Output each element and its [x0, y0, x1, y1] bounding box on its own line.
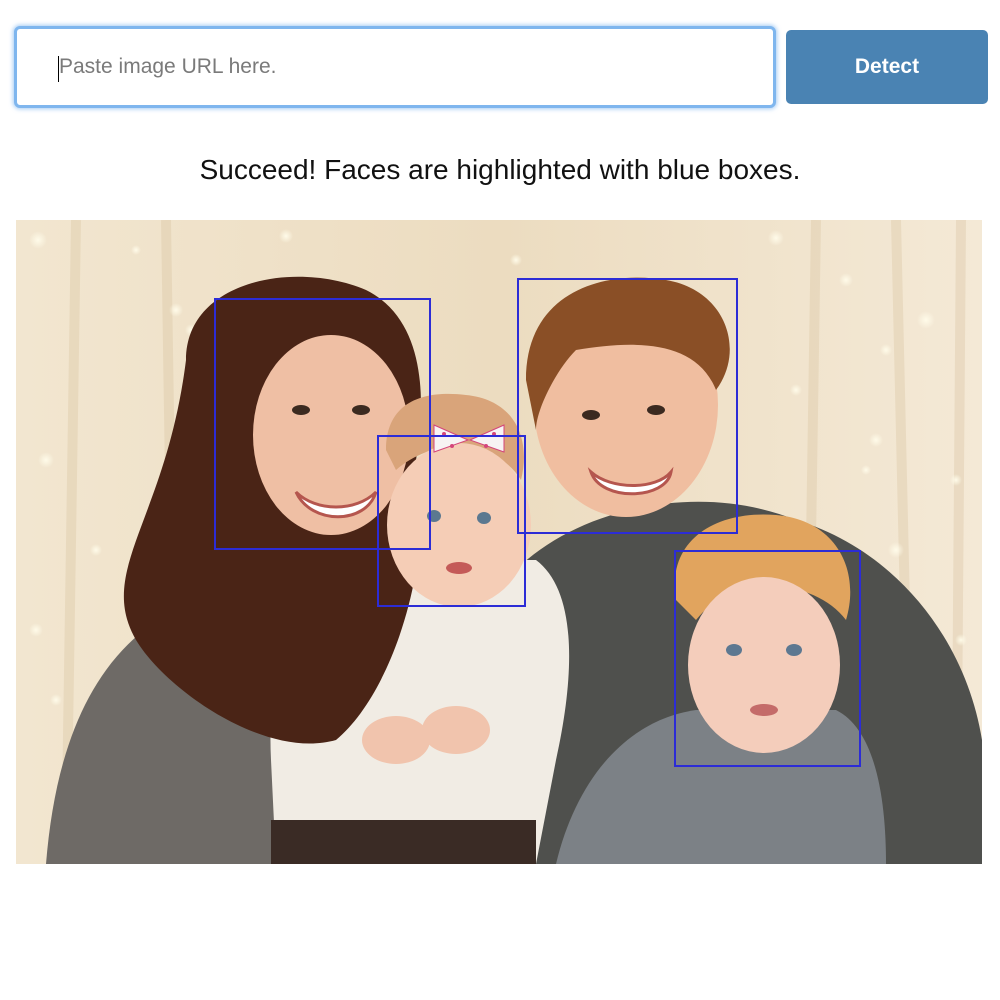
face-box — [674, 550, 861, 767]
status-message: Succeed! Faces are highlighted with blue… — [199, 154, 801, 185]
detect-button[interactable]: Detect — [786, 30, 988, 104]
face-box — [377, 435, 526, 607]
text-caret — [58, 56, 59, 82]
image-url-input[interactable] — [14, 26, 776, 108]
face-detection-page: Detect Succeed! Faces are highlighted wi… — [0, 0, 1000, 1000]
face-box — [517, 278, 738, 534]
result-photo — [16, 220, 982, 864]
